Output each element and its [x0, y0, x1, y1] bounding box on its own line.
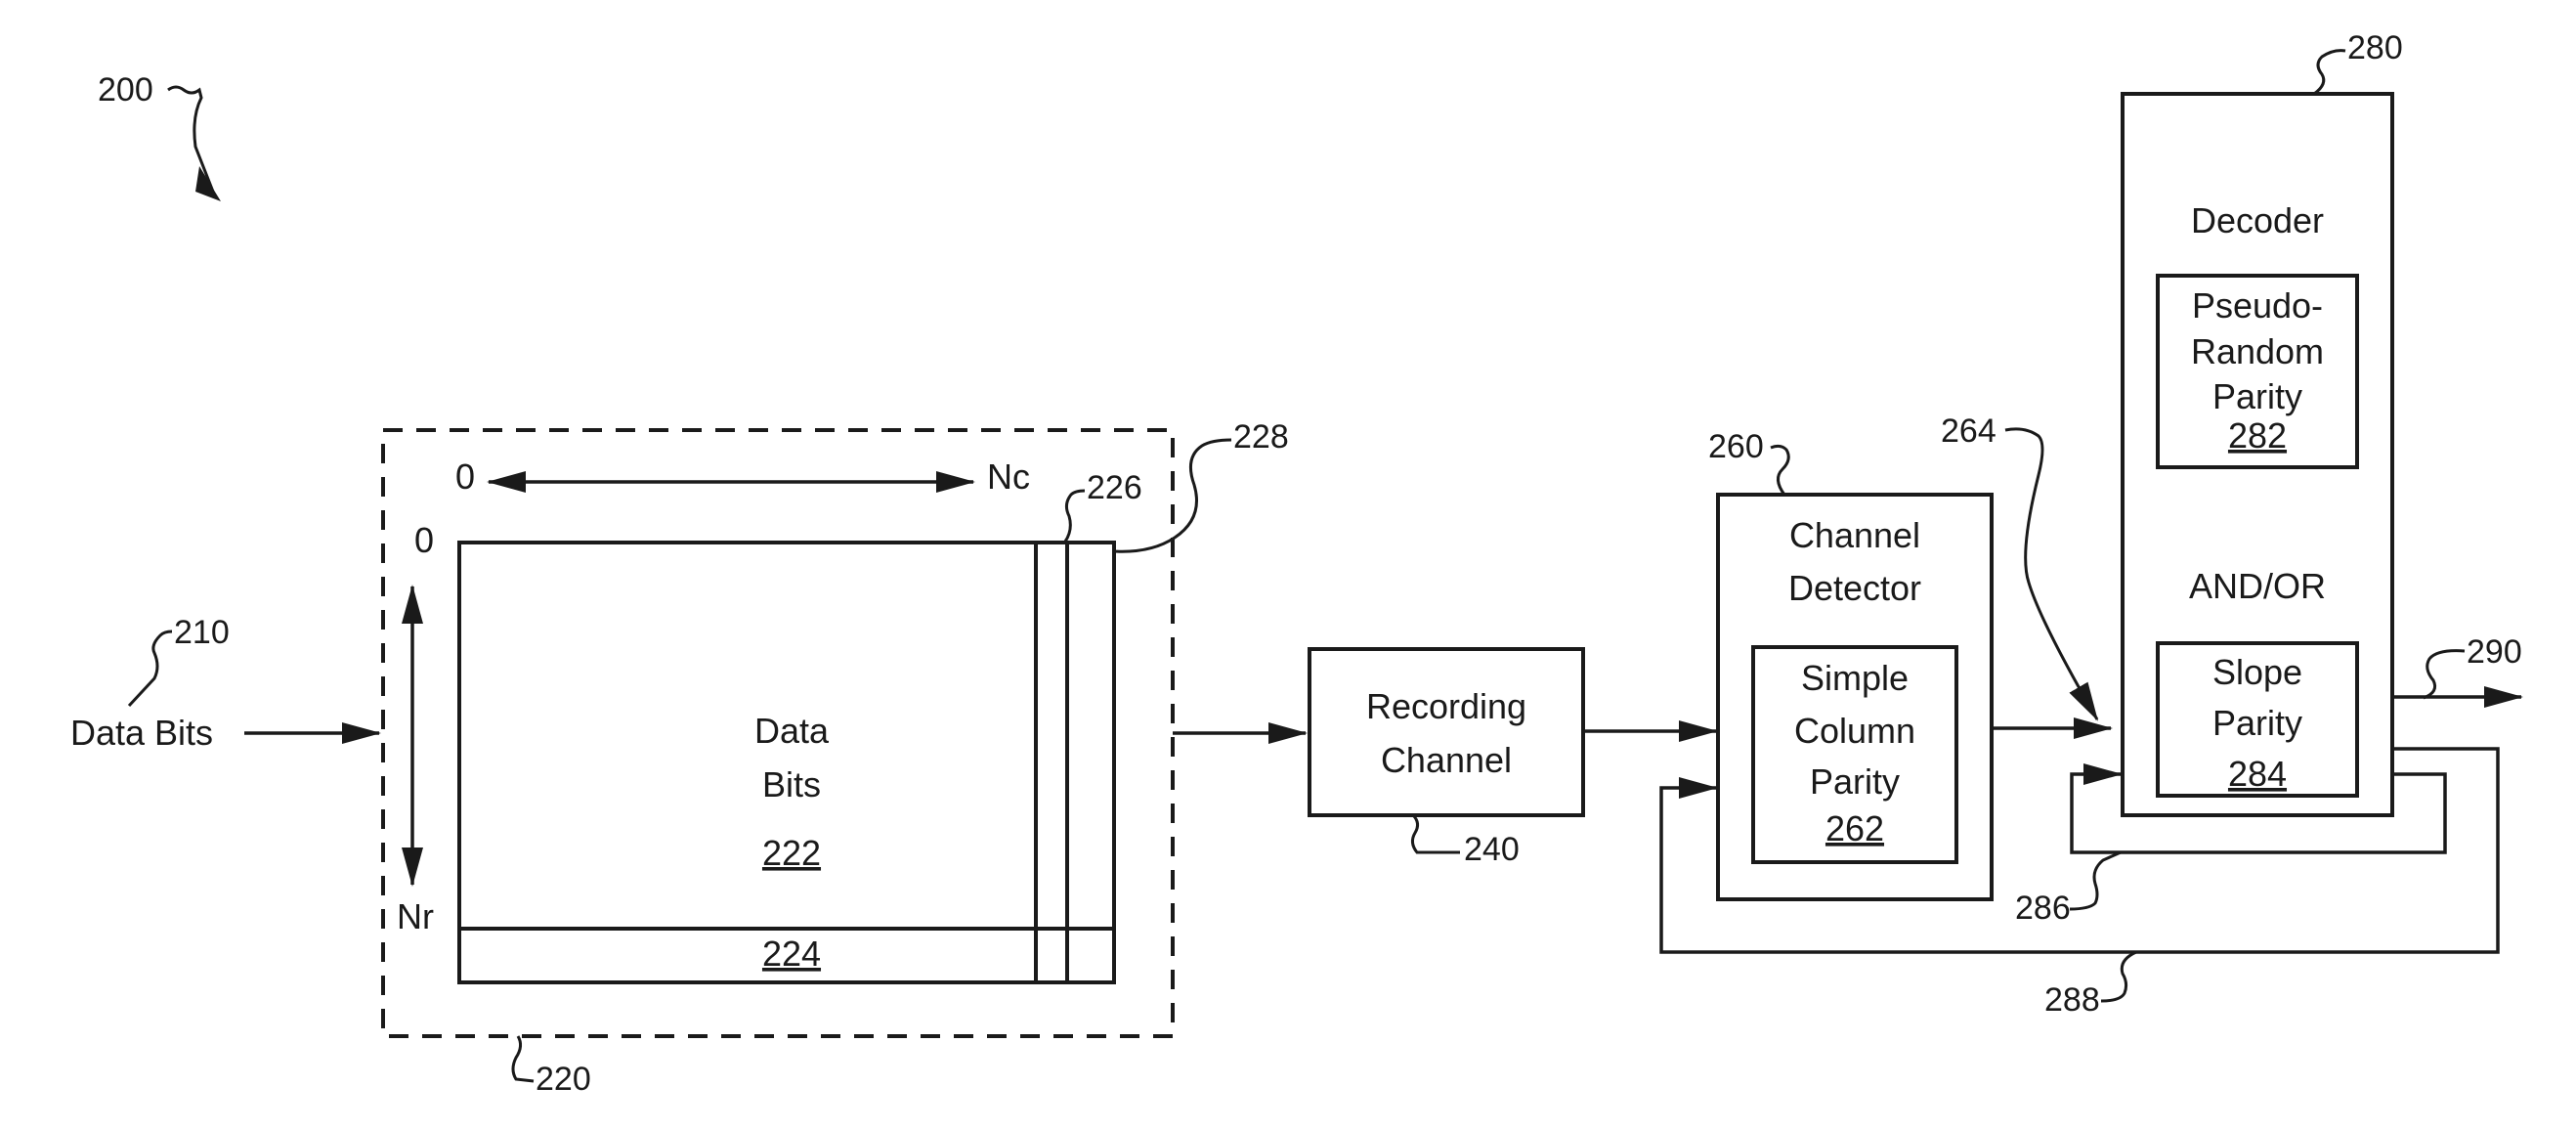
- input-ref: 210: [174, 614, 230, 651]
- feedback-outer-loop: 288: [1659, 747, 2500, 1019]
- figure-ref-leader: [167, 85, 215, 193]
- row-axis-start: 0: [414, 520, 434, 560]
- col-axis-end: Nc: [987, 456, 1030, 497]
- pseudo-random-line3: Parity: [2212, 376, 2302, 416]
- encoder-ref: 220: [536, 1061, 591, 1098]
- output-ref: 290: [2467, 633, 2522, 671]
- recording-channel-line1: Recording: [1366, 686, 1526, 726]
- input-label: Data Bits: [70, 713, 213, 753]
- block-diagram: 200 Data Bits 210 0 Nc 0 Nr Data Bits 22…: [70, 29, 2523, 1098]
- col-parity-ref-2: 228: [1233, 418, 1289, 456]
- decoder-ref-leader: [2313, 49, 2346, 96]
- simple-column-parity-ref: 262: [1825, 808, 1884, 848]
- row-axis-end: Nr: [397, 896, 434, 936]
- recording-channel: Recording Channel 240: [1308, 647, 1585, 868]
- pseudo-random-line2: Random: [2191, 331, 2324, 371]
- encoder-block: 0 Nc 0 Nr Data Bits 222 224 226 228 220: [381, 418, 1289, 1098]
- data-region-line1: Data: [754, 711, 830, 751]
- feedback-outer-ref-leader: [2100, 950, 2137, 1003]
- slope-parity-line1: Slope: [2212, 652, 2302, 692]
- channel-detector-ref: 260: [1708, 428, 1764, 465]
- recording-channel-ref-leader: [1410, 813, 1460, 854]
- figure-ref-arrowhead: [195, 166, 221, 201]
- simple-column-parity-line2: Column: [1794, 711, 1915, 751]
- detector-output-ref-leader: [2004, 427, 2099, 721]
- output-ref-leader: [2423, 649, 2466, 700]
- pseudo-random-ref: 282: [2228, 415, 2287, 456]
- col-axis-start: 0: [455, 456, 475, 497]
- simple-column-parity-line3: Parity: [1810, 761, 1900, 802]
- recording-channel-ref: 240: [1464, 831, 1520, 868]
- decoder-ref: 280: [2347, 29, 2403, 66]
- input-ref-leader: [127, 630, 173, 708]
- data-region-line2: Bits: [762, 764, 821, 804]
- pseudo-random-line1: Pseudo-: [2192, 285, 2323, 326]
- figure-ref-200: 200: [98, 71, 221, 201]
- detector-output-ref: 264: [1941, 413, 1996, 450]
- decoder: Decoder Pseudo- Random Parity 282 AND/OR…: [2121, 29, 2403, 817]
- feedback-inner-ref: 286: [2015, 890, 2071, 927]
- data-region-ref: 222: [762, 833, 821, 873]
- decoder-output: 290: [2392, 633, 2523, 708]
- slope-parity-line2: Parity: [2212, 703, 2302, 743]
- channel-detector: Channel Detector Simple Column Parity 26…: [1708, 428, 1994, 901]
- feedback-outer-ref: 288: [2044, 981, 2100, 1019]
- decoder-connector: AND/OR: [2189, 566, 2326, 606]
- slope-parity-ref: 284: [2228, 754, 2287, 794]
- col-parity-ref-1: 226: [1087, 469, 1142, 506]
- col-parity-ref-1-leader: [1063, 489, 1086, 543]
- encoder-ref-leader: [511, 1035, 535, 1083]
- row-parity-ref: 224: [762, 934, 821, 974]
- channel-detector-ref-leader: [1770, 444, 1790, 496]
- detector-to-decoder: 264: [1941, 413, 2113, 739]
- recording-channel-line2: Channel: [1381, 740, 1512, 780]
- data-matrix: [457, 541, 1116, 984]
- feedback-inner-ref-leader: [2069, 850, 2122, 911]
- channel-detector-line2: Detector: [1788, 568, 1921, 608]
- channel-detector-line1: Channel: [1789, 515, 1920, 555]
- recording-channel-box: [1308, 647, 1585, 817]
- input-data-bits: Data Bits 210: [70, 614, 381, 753]
- figure-ref-label: 200: [98, 71, 153, 109]
- feedback-outer-path: [1659, 747, 2500, 954]
- decoder-title: Decoder: [2191, 200, 2324, 240]
- simple-column-parity-line1: Simple: [1801, 658, 1909, 698]
